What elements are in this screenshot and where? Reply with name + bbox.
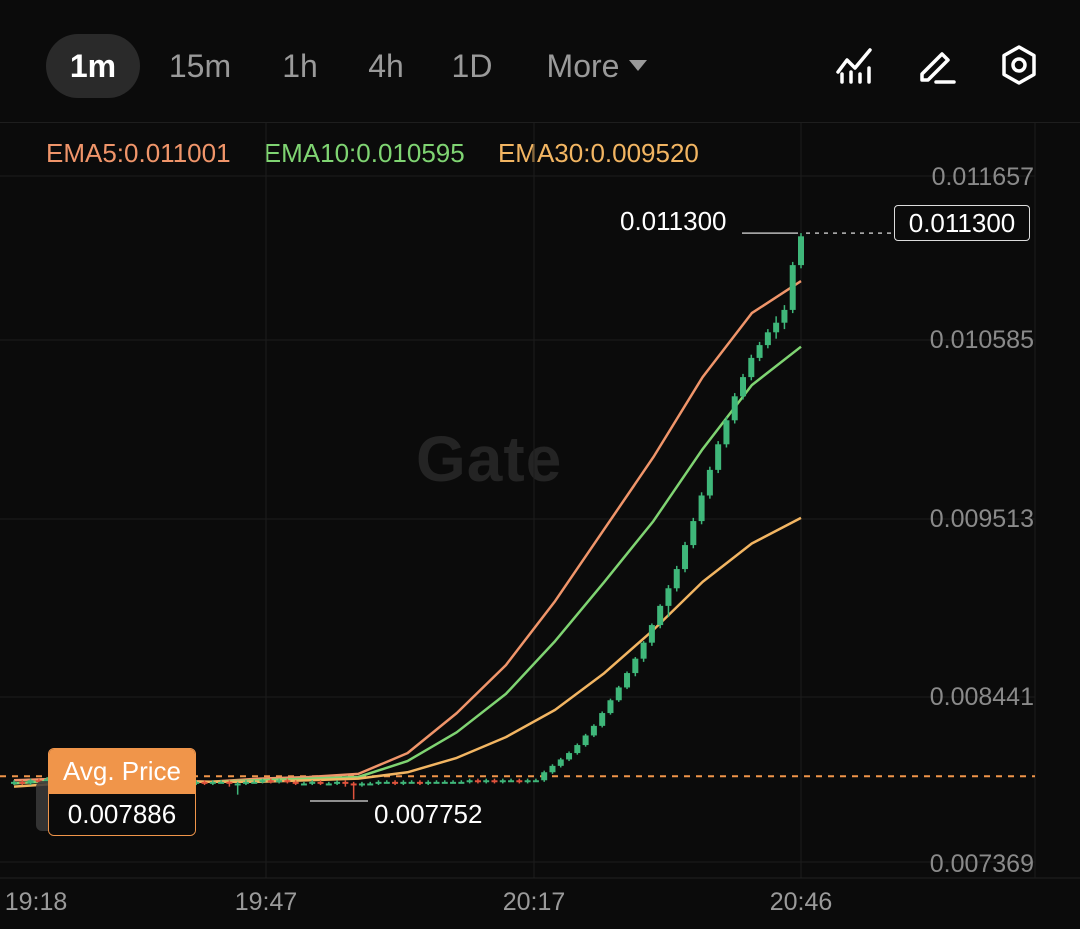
- candle-body: [267, 780, 274, 783]
- candle-body: [781, 309, 788, 323]
- x-tick-label: 20:17: [502, 888, 566, 916]
- candle-body: [789, 265, 796, 310]
- candle-body: [624, 673, 631, 688]
- candle-body: [300, 783, 307, 786]
- candle-body: [458, 781, 465, 784]
- candle-body: [640, 642, 647, 659]
- x-tick-label: 19:47: [234, 888, 298, 916]
- candle-body: [532, 780, 539, 783]
- candle-body: [590, 725, 597, 736]
- y-tick-label: 0.008441: [929, 683, 1034, 711]
- candle-body: [690, 521, 697, 546]
- candle-body: [259, 780, 266, 783]
- candle-body: [242, 781, 249, 784]
- candle-body: [234, 783, 241, 786]
- candle-body: [549, 765, 556, 773]
- candle-body: [731, 396, 738, 421]
- candle-body: [284, 780, 291, 783]
- candle-body: [383, 781, 390, 784]
- y-tick-label: 0.007369: [929, 850, 1034, 878]
- candle-body: [764, 332, 771, 346]
- candle-body: [574, 745, 581, 754]
- candle-body: [201, 781, 208, 784]
- candle-body: [756, 345, 763, 358]
- candle-body: [541, 772, 548, 781]
- candle-body: [698, 495, 705, 522]
- candle-body: [416, 781, 423, 784]
- candle-body: [474, 780, 481, 783]
- candle-body: [392, 781, 399, 784]
- candle-body: [673, 569, 680, 589]
- candle-body: [491, 780, 498, 783]
- x-tick-label: 19:18: [4, 888, 68, 916]
- candle-body: [566, 753, 573, 760]
- candle-body: [740, 377, 747, 397]
- candle-body: [665, 588, 672, 606]
- candle-body: [615, 687, 622, 701]
- candle-body: [599, 713, 606, 726]
- candle-body: [425, 781, 432, 784]
- candle-body: [466, 780, 473, 783]
- candle-body: [499, 780, 506, 783]
- x-tick-label: 20:46: [769, 888, 833, 916]
- candle-body: [325, 783, 332, 786]
- candle-body: [27, 780, 34, 784]
- candle-body: [508, 780, 515, 783]
- candle-body: [773, 322, 780, 333]
- candle-body: [648, 625, 655, 643]
- candle-body: [657, 605, 664, 626]
- candle-body: [715, 444, 722, 470]
- candle-body: [375, 781, 382, 784]
- y-tick-label: 0.009513: [929, 505, 1034, 533]
- candle-body: [218, 781, 225, 784]
- candle-body: [342, 781, 349, 784]
- low-price-label: 0.007752: [374, 799, 483, 829]
- candle-body: [441, 781, 448, 784]
- candle-body: [251, 781, 258, 784]
- current-price-tag: 0.011300: [894, 205, 1030, 241]
- candle-body: [358, 783, 365, 786]
- candle-body: [483, 780, 490, 783]
- ema-line-ema5: [13, 280, 802, 784]
- candle-body: [524, 780, 531, 783]
- candle-body: [400, 781, 407, 784]
- avg-price-value: 0.007886: [49, 794, 195, 835]
- candle-body: [798, 236, 804, 266]
- candle-body: [19, 781, 26, 784]
- candle-body: [350, 783, 357, 786]
- candle-body: [309, 781, 316, 784]
- candle-body: [682, 545, 689, 570]
- candle-body: [706, 469, 713, 496]
- candle-body: [516, 780, 523, 783]
- candle-body: [433, 781, 440, 784]
- candle-body: [582, 735, 589, 746]
- y-tick-label: 0.010585: [929, 326, 1034, 354]
- candle-body: [292, 781, 299, 784]
- candle-body: [450, 781, 457, 784]
- candle-body: [209, 781, 216, 784]
- y-tick-label: 0.011657: [931, 163, 1034, 191]
- candle-body: [723, 420, 730, 445]
- avg-price-badge[interactable]: Avg. Price 0.007886: [48, 748, 196, 836]
- candle-body: [607, 700, 614, 714]
- candle-body: [276, 780, 283, 783]
- candle-body: [408, 781, 415, 784]
- candle-body: [367, 783, 374, 786]
- avg-price-title: Avg. Price: [49, 749, 195, 794]
- candle-body: [11, 781, 17, 784]
- high-price-label: 0.011300: [620, 206, 727, 236]
- candle-body: [557, 759, 564, 766]
- candle-body: [334, 781, 341, 784]
- candle-body: [317, 781, 324, 784]
- candle-body: [748, 357, 755, 378]
- candle-body: [226, 781, 233, 784]
- candle-body: [632, 658, 639, 674]
